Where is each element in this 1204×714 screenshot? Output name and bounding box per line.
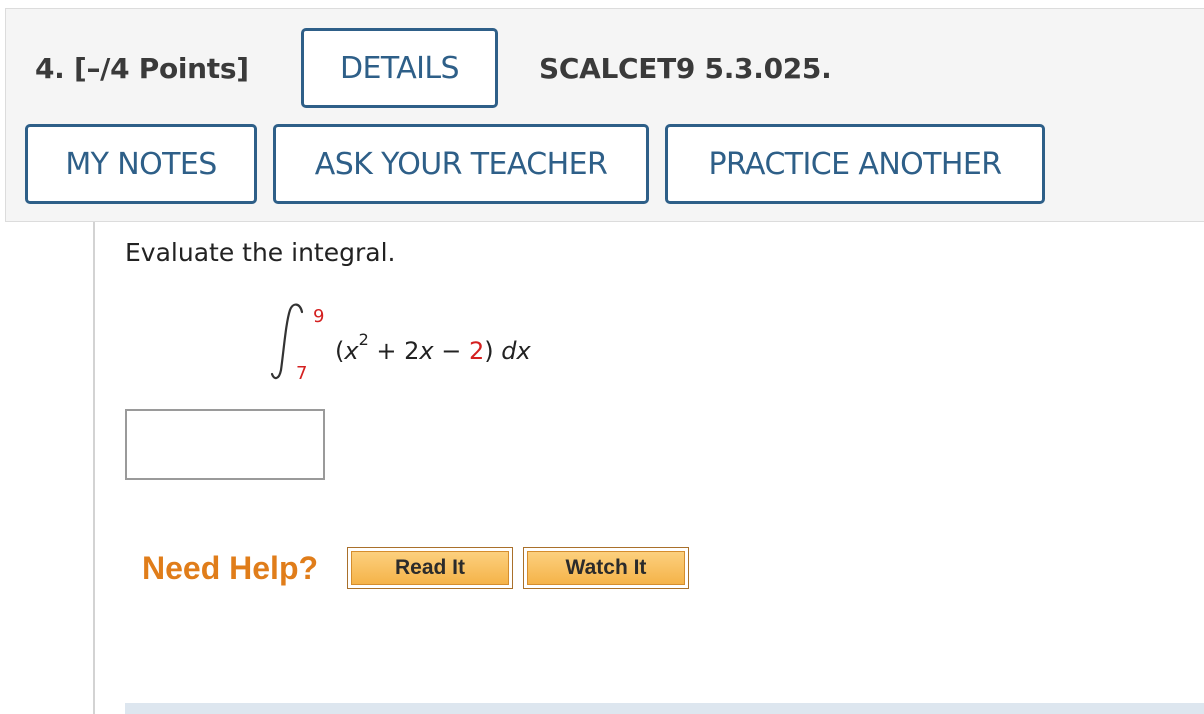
practice-another-button[interactable]: PRACTICE ANOTHER (665, 124, 1045, 204)
integrand-differential: dx (501, 337, 531, 365)
integrand-variable: x (344, 337, 359, 365)
integrand-linear-term: + 2 (368, 337, 420, 365)
need-help-label: Need Help? (142, 550, 319, 586)
integrand-variable-2: x (419, 337, 434, 365)
integrand-expression: (x2 + 2x − 2) dx (335, 332, 531, 366)
integrand-constant: 2 (468, 337, 485, 365)
watch-it-button[interactable]: Watch It (523, 547, 689, 589)
question-body-divider (93, 222, 95, 714)
read-it-button[interactable]: Read It (347, 547, 513, 589)
integrand-open-paren: ( (335, 337, 345, 365)
integral-upper-limit: 9 (313, 306, 325, 327)
details-button[interactable]: DETAILS (301, 28, 498, 108)
integrand-exponent: 2 (358, 330, 369, 349)
question-number-points: 4. [–/4 Points] (35, 52, 249, 85)
question-prompt: Evaluate the integral. (125, 238, 396, 267)
next-section-band (125, 703, 1204, 714)
integral-lower-limit: 7 (296, 363, 308, 384)
problem-code: SCALCET9 5.3.025. (539, 52, 832, 85)
my-notes-button[interactable]: MY NOTES (25, 124, 257, 204)
integrand-minus: − (433, 337, 469, 365)
integrand-close-paren: ) (484, 337, 502, 365)
read-it-button-label: Read It (351, 551, 509, 585)
answer-input[interactable] (125, 409, 325, 480)
watch-it-button-label: Watch It (527, 551, 685, 585)
ask-your-teacher-button[interactable]: ASK YOUR TEACHER (273, 124, 649, 204)
